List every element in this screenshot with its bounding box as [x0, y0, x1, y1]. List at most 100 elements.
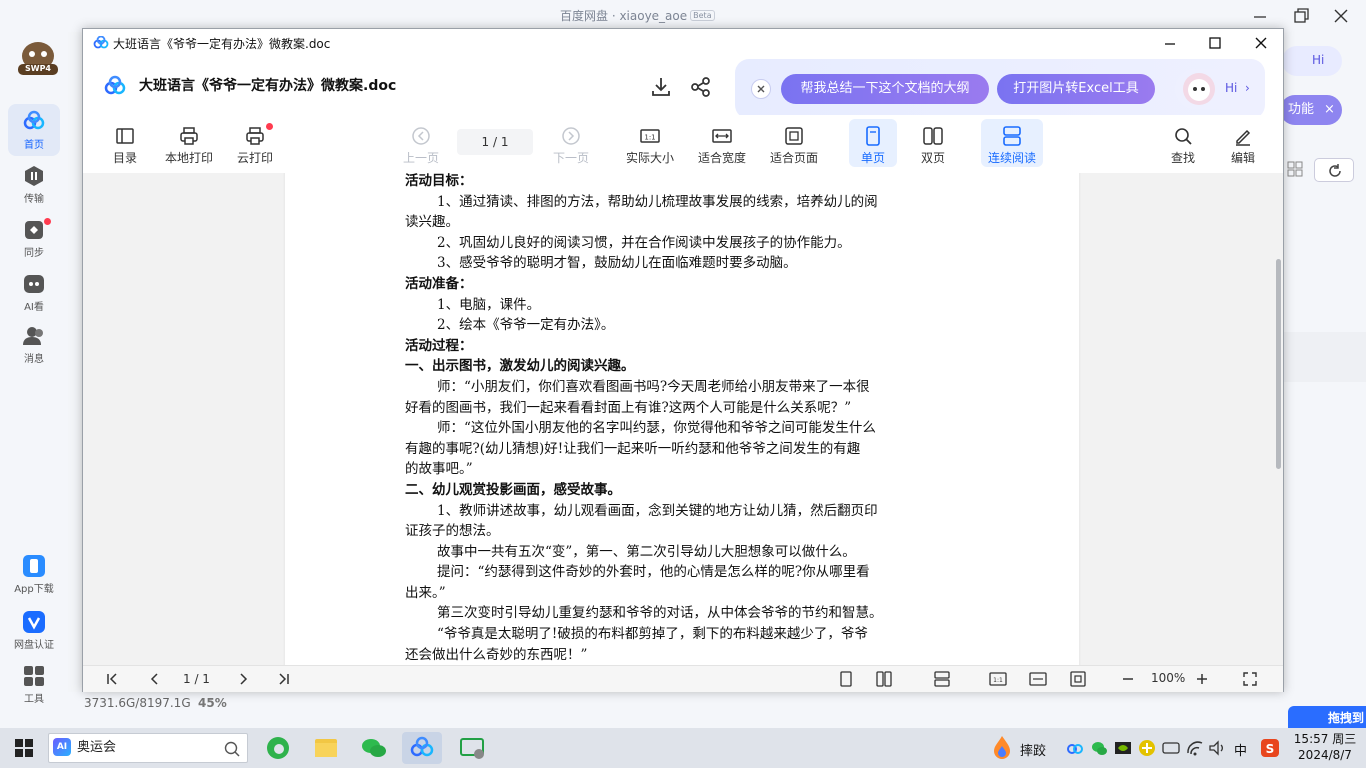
- document-line: 提问：“约瑟得到这件奇妙的外套时，他的心情是怎么样的呢?你从哪里看: [437, 564, 870, 581]
- sidebar-item-messages[interactable]: 消息: [8, 324, 60, 365]
- close-app-button[interactable]: [1326, 4, 1356, 28]
- fit-page-label: 适合页面: [769, 151, 818, 165]
- next-page-button[interactable]: 下一页: [551, 125, 591, 166]
- weather-flame-icon[interactable]: [990, 734, 1014, 762]
- baidu-netdisk-taskbar-icon[interactable]: [402, 732, 442, 764]
- sidebar-item-ai[interactable]: AI看: [8, 272, 60, 313]
- cloud-print-button[interactable]: 云打印: [235, 125, 275, 166]
- clock-time: 15:57 周三: [1293, 732, 1357, 746]
- sogou-icon[interactable]: S: [1260, 738, 1280, 758]
- tools-button[interactable]: 工具: [8, 664, 60, 705]
- app-download-button[interactable]: App下载: [8, 554, 60, 595]
- double-page-icon[interactable]: [875, 670, 893, 688]
- drag-upload-banner[interactable]: 拖拽到: [1288, 706, 1366, 730]
- local-print-button[interactable]: 本地打印: [163, 125, 215, 166]
- svg-text:1:1: 1:1: [644, 134, 655, 142]
- document-heading: 活动过程：: [405, 337, 473, 354]
- actual-size-icon[interactable]: 1:1: [989, 670, 1007, 688]
- document-heading: 活动准备：: [405, 275, 473, 292]
- edge-browser-icon[interactable]: [258, 732, 298, 764]
- clock[interactable]: 15:57 周三 2024/8/7: [1290, 731, 1360, 763]
- storage-usage: 3731.6G/8197.1G: [84, 696, 191, 710]
- page-number-field[interactable]: 1 / 1: [457, 129, 533, 155]
- next-page-icon[interactable]: [235, 671, 251, 687]
- cloud-printer-icon: [244, 125, 266, 147]
- restore-button[interactable]: [1285, 4, 1315, 28]
- wifi-icon[interactable]: [1186, 739, 1204, 757]
- bg-feature-pill[interactable]: 功能 ×: [1280, 95, 1342, 125]
- bg-hi-button[interactable]: Hi: [1282, 46, 1342, 76]
- fit-page-button[interactable]: 适合页面: [767, 125, 821, 166]
- grid-view-icon[interactable]: [1286, 160, 1306, 180]
- bottom-page-indicator[interactable]: 1 / 1: [183, 672, 210, 686]
- prev-page-button[interactable]: 上一页: [401, 125, 441, 166]
- last-page-icon[interactable]: [275, 671, 291, 687]
- document-line: 3、感受爷爷的聪明才智，鼓励幼儿在面临难题时要多动脑。: [437, 255, 797, 272]
- wechat-tray-icon[interactable]: [1090, 739, 1108, 757]
- cloud-logo-icon: [22, 110, 46, 134]
- sidebar-item-sync[interactable]: 同步: [8, 218, 60, 259]
- sidebar-item-label: 同步: [24, 248, 44, 259]
- zoom-out-icon[interactable]: [1119, 670, 1137, 688]
- windows-taskbar: AI 奥运会 摔跤 中 S 15:57 周三 2024/8/7: [0, 728, 1366, 768]
- fit-width-button[interactable]: 适合宽度: [695, 125, 749, 166]
- document-line: “爷爷真是太聪明了!破损的布料都剪掉了，剩下的布料越来越少了，爷爷: [437, 626, 868, 643]
- ai-hi-button[interactable]: Hi ›: [1175, 69, 1259, 109]
- edit-label: 编辑: [1230, 151, 1255, 165]
- share-icon[interactable]: [689, 75, 713, 99]
- weather-news-label[interactable]: 摔跤: [1020, 740, 1046, 759]
- actual-size-button[interactable]: 1:1 实际大小: [623, 125, 677, 166]
- fit-width-icon[interactable]: [1029, 670, 1047, 688]
- screen-app-icon[interactable]: [452, 732, 492, 764]
- zoom-in-icon[interactable]: [1193, 670, 1211, 688]
- ime-indicator[interactable]: 中: [1234, 740, 1247, 759]
- bg-feature-label: 功能: [1288, 102, 1315, 117]
- ai-prompt-excel-button[interactable]: 打开图片转Excel工具: [997, 74, 1155, 104]
- zoom-level: 100%: [1151, 671, 1186, 685]
- nvidia-tray-icon[interactable]: [1114, 739, 1132, 757]
- edit-button[interactable]: 编辑: [1223, 125, 1263, 166]
- continuous-reading-button[interactable]: 连续阅读: [981, 119, 1043, 167]
- volume-icon[interactable]: [1208, 739, 1226, 757]
- double-page-button[interactable]: 双页: [913, 125, 953, 166]
- fit-page-icon[interactable]: [1069, 670, 1087, 688]
- minimize-button[interactable]: [1158, 31, 1182, 55]
- document-line: 2、绘本《爷爷一定有办法》。: [437, 317, 615, 334]
- netdisk-tray-icon[interactable]: [1066, 739, 1084, 757]
- minimize-button[interactable]: [1245, 4, 1275, 28]
- single-page-button[interactable]: 单页: [849, 119, 897, 167]
- ai-prompt-summary-button[interactable]: 帮我总结一下这个文档的大纲: [781, 74, 989, 104]
- sidebar-item-home[interactable]: 首页: [8, 104, 60, 156]
- scrollbar-thumb[interactable]: [1276, 259, 1281, 469]
- taskbar-search-box[interactable]: AI 奥运会: [48, 733, 248, 763]
- windows-start-icon[interactable]: [14, 738, 34, 758]
- arrow-right-icon: [560, 125, 582, 147]
- download-icon[interactable]: [649, 75, 673, 99]
- refresh-button[interactable]: [1314, 158, 1354, 182]
- prev-page-label: 上一页: [402, 151, 439, 165]
- bg-selected-row: [1284, 332, 1366, 382]
- avatar[interactable]: SWP4: [16, 40, 60, 76]
- local-print-label: 本地打印: [164, 151, 213, 165]
- single-page-label: 单页: [860, 151, 885, 165]
- sidebar-item-transfer[interactable]: 传输: [8, 164, 60, 205]
- first-page-icon[interactable]: [105, 671, 121, 687]
- single-page-icon[interactable]: [837, 670, 855, 688]
- plus-tray-icon[interactable]: [1138, 739, 1156, 757]
- toc-button[interactable]: 目录: [105, 125, 145, 166]
- maximize-button[interactable]: [1203, 31, 1227, 55]
- avatar-badge: SWP4: [24, 64, 51, 73]
- close-viewer-button[interactable]: [1249, 31, 1273, 55]
- close-icon[interactable]: ×: [1324, 102, 1335, 117]
- fullscreen-icon[interactable]: [1241, 670, 1259, 688]
- keyboard-tray-icon[interactable]: [1162, 739, 1180, 757]
- close-ai-bar-button[interactable]: [751, 79, 771, 99]
- document-line: 1、通过猜读、排图的方法，帮助幼儿梳理故事发展的线索，培养幼儿的阅: [437, 193, 878, 210]
- toc-icon: [114, 125, 136, 147]
- file-explorer-icon[interactable]: [306, 732, 346, 764]
- verification-button[interactable]: 网盘认证: [8, 610, 60, 651]
- prev-page-icon[interactable]: [147, 671, 163, 687]
- continuous-icon[interactable]: [933, 670, 951, 688]
- find-button[interactable]: 查找: [1163, 125, 1203, 166]
- wechat-icon[interactable]: [354, 732, 394, 764]
